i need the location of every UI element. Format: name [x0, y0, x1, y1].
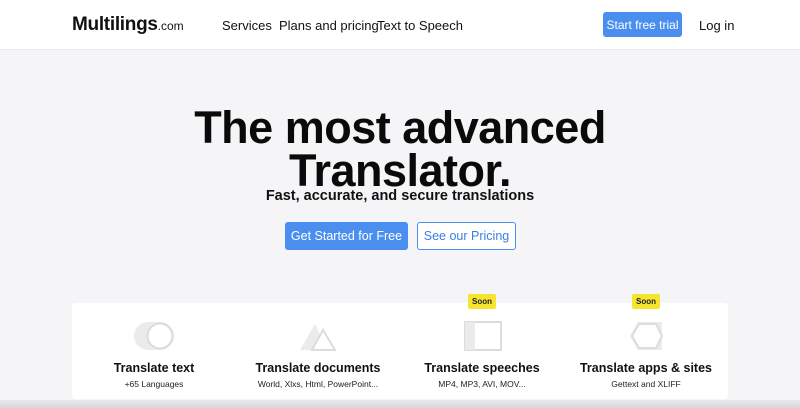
nav-link-plans-and-pricing[interactable]: Plans and pricing: [279, 18, 379, 33]
triangles-icon: [300, 324, 337, 351]
feature-card-translate-documents[interactable]: Translate documents World, Xlxs, Html, P…: [236, 303, 400, 399]
get-started-button[interactable]: Get Started for Free: [285, 222, 408, 250]
feature-card-translate-apps[interactable]: Translate apps & sites Gettext and XLIFF: [564, 303, 728, 399]
feature-subtitle: MP4, MP3, AVI, MOV...: [438, 379, 526, 389]
feature-subtitle: World, Xlxs, Html, PowerPoint...: [257, 379, 379, 389]
top-navbar: Multilings.com Services Plans and pricin…: [0, 0, 800, 50]
feature-title: Translate apps & sites: [579, 361, 712, 375]
soon-badge-speeches: Soon: [468, 294, 496, 309]
hexagon-icon: [630, 322, 664, 350]
start-free-trial-button[interactable]: Start free trial: [603, 12, 682, 37]
logo-tld: .com: [157, 19, 184, 33]
logo[interactable]: Multilings.com: [72, 14, 184, 36]
square-icon: [464, 321, 502, 351]
log-in-link[interactable]: Log in: [699, 18, 734, 33]
hero-title: The most advanced Translator.: [0, 105, 800, 193]
logo-name: Multilings: [72, 14, 158, 35]
hero-subtitle: Fast, accurate, and secure translations: [265, 188, 535, 204]
soon-badge-apps: Soon: [632, 294, 660, 309]
page-bottom-edge: [0, 400, 800, 408]
toggle-icon: [134, 322, 174, 350]
feature-title: Translate text: [113, 361, 195, 375]
features-panel: Translate text +65 Languages Translate d…: [72, 303, 728, 399]
feature-subtitle: +65 Languages: [124, 379, 184, 389]
nav-link-text-to-speech[interactable]: Text to Speech: [377, 18, 463, 33]
feature-subtitle: Gettext and XLIFF: [611, 379, 681, 389]
nav-link-services[interactable]: Services: [222, 18, 272, 33]
see-pricing-button[interactable]: See our Pricing: [417, 222, 516, 250]
feature-title: Translate speeches: [424, 361, 540, 375]
feature-card-translate-speeches[interactable]: Translate speeches MP4, MP3, AVI, MOV...: [400, 303, 564, 399]
feature-card-translate-text[interactable]: Translate text +65 Languages: [72, 303, 236, 399]
feature-title: Translate documents: [255, 361, 381, 375]
